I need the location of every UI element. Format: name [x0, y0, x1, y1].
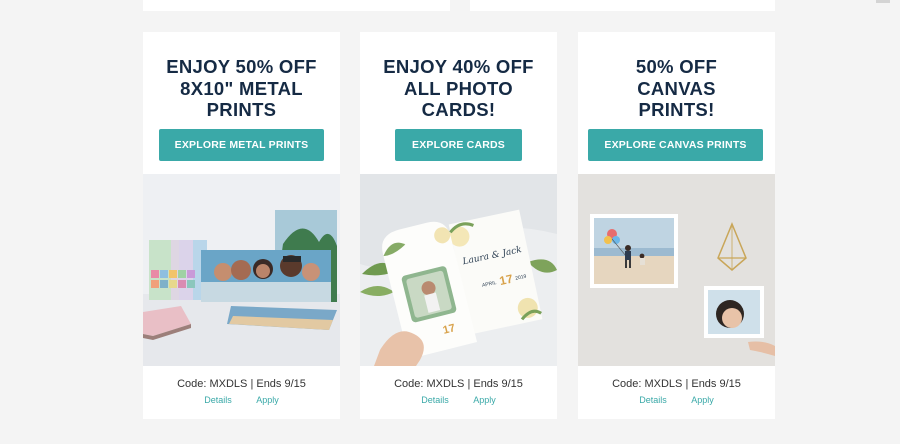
photo-cards-photo: Laura & Jack APRIL 17 2019 17 — [360, 174, 557, 366]
promo-links: Details Apply — [143, 395, 340, 405]
promo-title: 50% OFF CANVAS PRINTS! — [635, 56, 718, 120]
explore-cards-button[interactable]: EXPLORE CARDS — [395, 129, 522, 161]
promo-card-photo-cards: ENJOY 40% OFF ALL PHOTO CARDS! EXPLORE C… — [360, 32, 557, 419]
strip-gap — [450, 0, 470, 11]
details-link[interactable]: Details — [639, 395, 667, 405]
promo-title: ENJOY 50% OFF 8X10" METAL PRINTS — [166, 56, 317, 120]
promo-code-line: Code: MXDLS | Ends 9/15 — [177, 378, 306, 390]
previous-section-strip — [143, 0, 775, 11]
apply-link[interactable]: Apply — [473, 395, 496, 405]
metal-prints-photo — [143, 174, 340, 366]
promo-links: Details Apply — [578, 395, 775, 405]
canvas-prints-photo — [578, 174, 775, 366]
promo-code-line: Code: MXDLS | Ends 9/15 — [612, 378, 741, 390]
scroll-edge — [876, 0, 890, 3]
promo-card-metal-prints: ENJOY 50% OFF 8X10" METAL PRINTS EXPLORE… — [143, 32, 340, 419]
promo-links: Details Apply — [360, 395, 557, 405]
details-link[interactable]: Details — [421, 395, 449, 405]
promo-card-canvas-prints: 50% OFF CANVAS PRINTS! EXPLORE CANVAS PR… — [578, 32, 775, 419]
promo-code-line: Code: MXDLS | Ends 9/15 — [394, 378, 523, 390]
apply-link[interactable]: Apply — [256, 395, 279, 405]
promo-title: ENJOY 40% OFF ALL PHOTO CARDS! — [383, 56, 534, 120]
explore-canvas-prints-button[interactable]: EXPLORE CANVAS PRINTS — [588, 129, 763, 161]
explore-metal-prints-button[interactable]: EXPLORE METAL PRINTS — [159, 129, 324, 161]
apply-link[interactable]: Apply — [691, 395, 714, 405]
details-link[interactable]: Details — [204, 395, 232, 405]
